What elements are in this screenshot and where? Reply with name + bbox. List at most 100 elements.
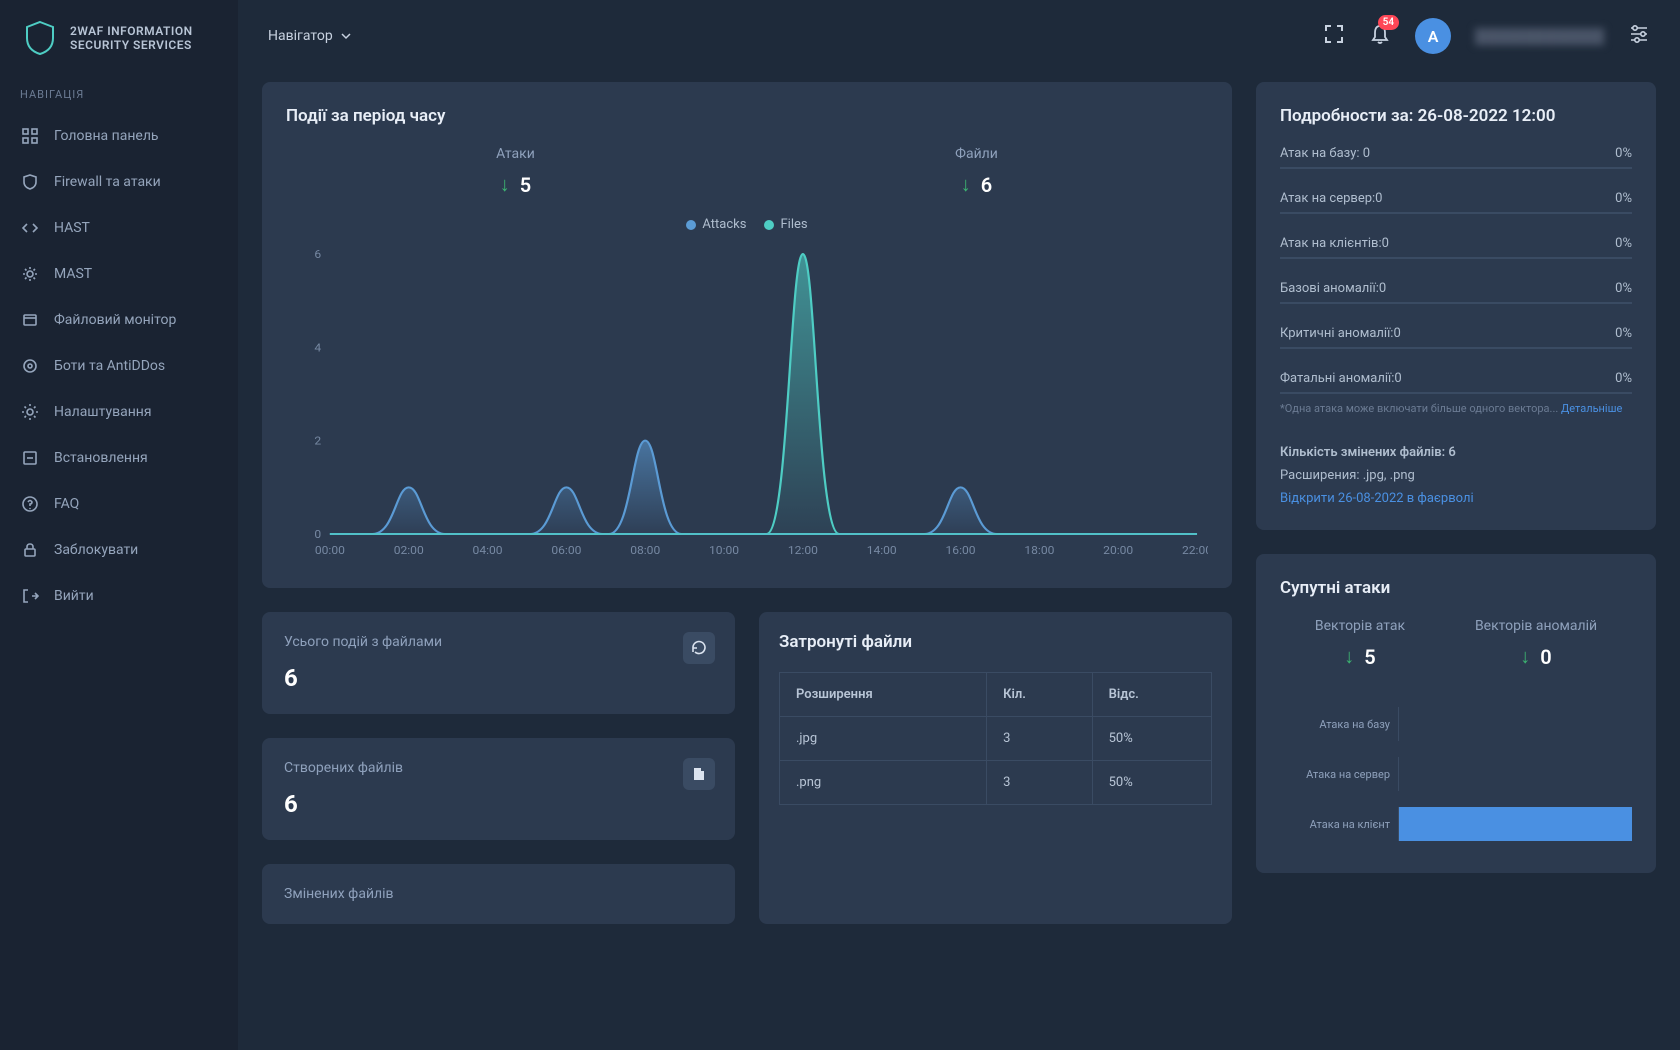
events-title: Події за період часу (286, 106, 1208, 126)
files-changed: Кількість змінених файлів: 6 (1280, 445, 1632, 460)
navigator-dropdown[interactable]: Навігатор (268, 28, 351, 44)
file-icon (691, 766, 707, 782)
mini-cards-col: Усього подій з файлами 6 Створених файлі… (262, 612, 735, 924)
file-monitor-icon (20, 310, 40, 330)
sidebar-item-6[interactable]: Налаштування (20, 389, 218, 435)
th-ext: Розширення (780, 673, 987, 717)
details-list: Атак на базу: 00%Атак на сервер:00%Атак … (1280, 146, 1632, 394)
stat-attacks-value: 5 (520, 173, 531, 197)
bar-row: Атака на сервер (1280, 757, 1632, 791)
main: Навігатор 54 A █████████████ Події за пе… (238, 0, 1680, 1050)
arrow-down-icon: ↓ (961, 172, 971, 197)
install-icon (20, 448, 40, 468)
logo[interactable]: 2WAF INFORMATION SECURITY SERVICES (0, 18, 238, 88)
arrow-down-icon: ↓ (1344, 644, 1354, 669)
details-more-link[interactable]: Детальніше (1561, 402, 1622, 415)
sidebar-item-8[interactable]: FAQ (20, 481, 218, 527)
related-stats: Векторів атак ↓5 Векторів аномалій ↓0 (1280, 618, 1632, 669)
sidebar-item-3[interactable]: MAST (20, 251, 218, 297)
left-column: Події за період часу Атаки ↓5 Файли ↓6 A… (262, 82, 1232, 1050)
events-card: Події за період часу Атаки ↓5 Файли ↓6 A… (262, 82, 1232, 588)
logo-text: 2WAF INFORMATION SECURITY SERVICES (70, 24, 193, 52)
open-firewall-link[interactable]: Відкрити 26-08-2022 в фаєрволі (1280, 491, 1632, 506)
events-chart: 024600:0002:0004:0006:0008:0010:0012:001… (286, 244, 1208, 564)
sidebar-item-9[interactable]: Заблокувати (20, 527, 218, 573)
lock-icon (20, 540, 40, 560)
svg-text:6: 6 (314, 248, 321, 261)
related-attacks-title: Супутні атаки (1280, 578, 1632, 598)
created-files-card: Створених файлів 6 (262, 738, 735, 840)
shield-logo-icon (20, 18, 60, 58)
svg-text:18:00: 18:00 (1024, 544, 1054, 557)
sidebar-item-label: Головна панель (54, 128, 159, 144)
svg-text:00:00: 00:00 (315, 544, 345, 557)
sidebar-item-label: HAST (54, 220, 90, 236)
brand-accent: 2WAF (70, 24, 104, 38)
refresh-button[interactable] (683, 632, 715, 664)
svg-text:14:00: 14:00 (867, 544, 897, 557)
user-name[interactable]: █████████████ (1475, 28, 1604, 45)
affected-files-card: Затронуті файли Розширення Кіл. Відс. .j… (759, 612, 1232, 924)
gear-icon (20, 264, 40, 284)
fullscreen-button[interactable] (1323, 23, 1345, 49)
avatar[interactable]: A (1415, 18, 1451, 54)
legend-files: Files (764, 217, 807, 232)
table-row: .png350% (780, 761, 1212, 805)
bar-row: Атака на клієнт (1280, 807, 1632, 841)
sidebar-item-0[interactable]: Головна панель (20, 113, 218, 159)
sidebar-item-7[interactable]: Встановлення (20, 435, 218, 481)
stat-vectors-attacks: Векторів атак ↓5 (1315, 618, 1405, 669)
events-chart-svg: 024600:0002:0004:0006:0008:0010:0012:001… (286, 244, 1208, 564)
topbar-right: 54 A █████████████ (1323, 18, 1650, 54)
total-files-card: Усього подій з файлами 6 (262, 612, 735, 714)
stat-attacks: Атаки ↓5 (496, 146, 535, 197)
details-title: Подробности за: 26-08-2022 12:00 (1280, 106, 1632, 126)
detail-row: Фатальні аномалії:00% (1280, 371, 1632, 394)
detail-row: Атак на базу: 00% (1280, 146, 1632, 169)
sidebar-item-5[interactable]: Боти та AntiDDos (20, 343, 218, 389)
settings-button[interactable] (1628, 23, 1650, 49)
notifications-button[interactable]: 54 (1369, 23, 1391, 49)
nav-heading: НАВІГАЦІЯ (20, 88, 218, 101)
sidebar-item-label: Вийти (54, 588, 94, 604)
svg-text:22:00: 22:00 (1182, 544, 1208, 557)
affected-files-title: Затронуті файли (779, 632, 1212, 652)
created-label: Створених файлів (284, 760, 713, 776)
arrow-down-icon: ↓ (500, 172, 510, 197)
sidebar-item-2[interactable]: HAST (20, 205, 218, 251)
th-count: Кіл. (987, 673, 1092, 717)
sidebar-item-4[interactable]: Файловий монітор (20, 297, 218, 343)
file-extensions: Расширения: .jpg, .png (1280, 468, 1632, 483)
sidebar-item-1[interactable]: Firewall та атаки (20, 159, 218, 205)
svg-text:02:00: 02:00 (394, 544, 424, 557)
sidebar-item-label: MAST (54, 266, 92, 282)
sidebar-item-label: Файловий монітор (54, 312, 176, 328)
modified-label: Змінених файлів (284, 886, 713, 902)
sidebar-item-label: Firewall та атаки (54, 174, 161, 190)
logout-icon (20, 586, 40, 606)
detail-row: Базові аномалії:00% (1280, 281, 1632, 304)
details-note: *Одна атака може включати більше одного … (1280, 402, 1632, 415)
bar-row: Атака на базу (1280, 707, 1632, 741)
shield-icon (20, 172, 40, 192)
detail-row: Атак на клієнтів:00% (1280, 236, 1632, 259)
th-pct: Відс. (1092, 673, 1211, 717)
svg-text:10:00: 10:00 (709, 544, 739, 557)
related-bar-chart: Атака на базу Атака на сервер Атака на клі… (1280, 689, 1632, 849)
created-value: 6 (284, 790, 713, 818)
eye-icon (20, 356, 40, 376)
svg-text:4: 4 (314, 341, 321, 354)
sidebar-item-10[interactable]: Вийти (20, 573, 218, 619)
fullscreen-icon (1323, 23, 1345, 45)
sidebar: 2WAF INFORMATION SECURITY SERVICES НАВІГ… (0, 0, 238, 1050)
total-files-label: Усього подій з файлами (284, 634, 713, 650)
stat-files: Файли ↓6 (955, 146, 998, 197)
refresh-icon (691, 640, 707, 656)
content: Події за період часу Атаки ↓5 Файли ↓6 A… (238, 72, 1680, 1050)
stat-vectors-anomalies: Векторів аномалій ↓0 (1475, 618, 1597, 669)
bottom-row: Усього подій з файлами 6 Створених файлі… (262, 612, 1232, 924)
code-icon (20, 218, 40, 238)
table-row: .jpg350% (780, 717, 1212, 761)
brand-rest: INFORMATION (107, 24, 192, 38)
svg-text:20:00: 20:00 (1103, 544, 1133, 557)
